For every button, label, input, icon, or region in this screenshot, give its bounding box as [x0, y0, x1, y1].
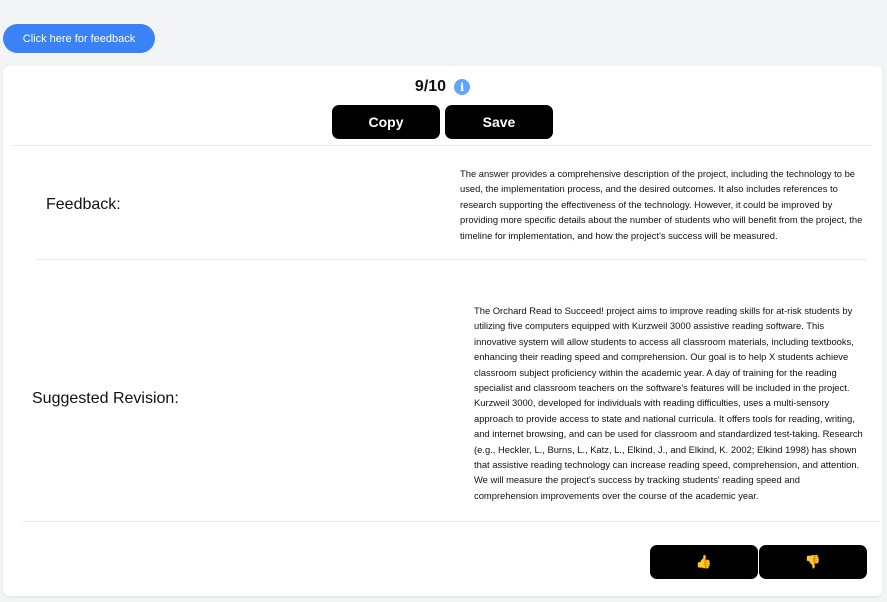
feedback-button[interactable]: Click here for feedback [3, 24, 155, 53]
thumbs-up-button[interactable]: 👍 [650, 545, 758, 579]
divider [23, 521, 879, 522]
feedback-text: The answer provides a comprehensive desc… [460, 168, 863, 241]
thumbs-up-icon: 👍 [695, 554, 713, 569]
info-icon[interactable]: i [454, 79, 471, 95]
score-row: 9/10 i [3, 78, 882, 96]
vote-buttons: 👍 👎 [650, 545, 867, 579]
action-buttons: Copy Save [332, 105, 553, 139]
revision-label: Suggested Revision: [32, 390, 179, 407]
thumbs-down-button[interactable]: 👎 [759, 545, 867, 579]
copy-button[interactable]: Copy [332, 105, 440, 139]
score-value: 9/10 [414, 78, 447, 95]
revision-text: The Orchard Read to Succeed! project aim… [474, 305, 863, 501]
result-card: 9/10 i Copy Save Feedback: The answer pr… [3, 66, 882, 596]
divider [13, 145, 871, 146]
divider [37, 259, 866, 260]
thumbs-down-icon: 👎 [804, 554, 822, 569]
feedback-label: Feedback: [46, 196, 121, 213]
save-button[interactable]: Save [445, 105, 553, 139]
